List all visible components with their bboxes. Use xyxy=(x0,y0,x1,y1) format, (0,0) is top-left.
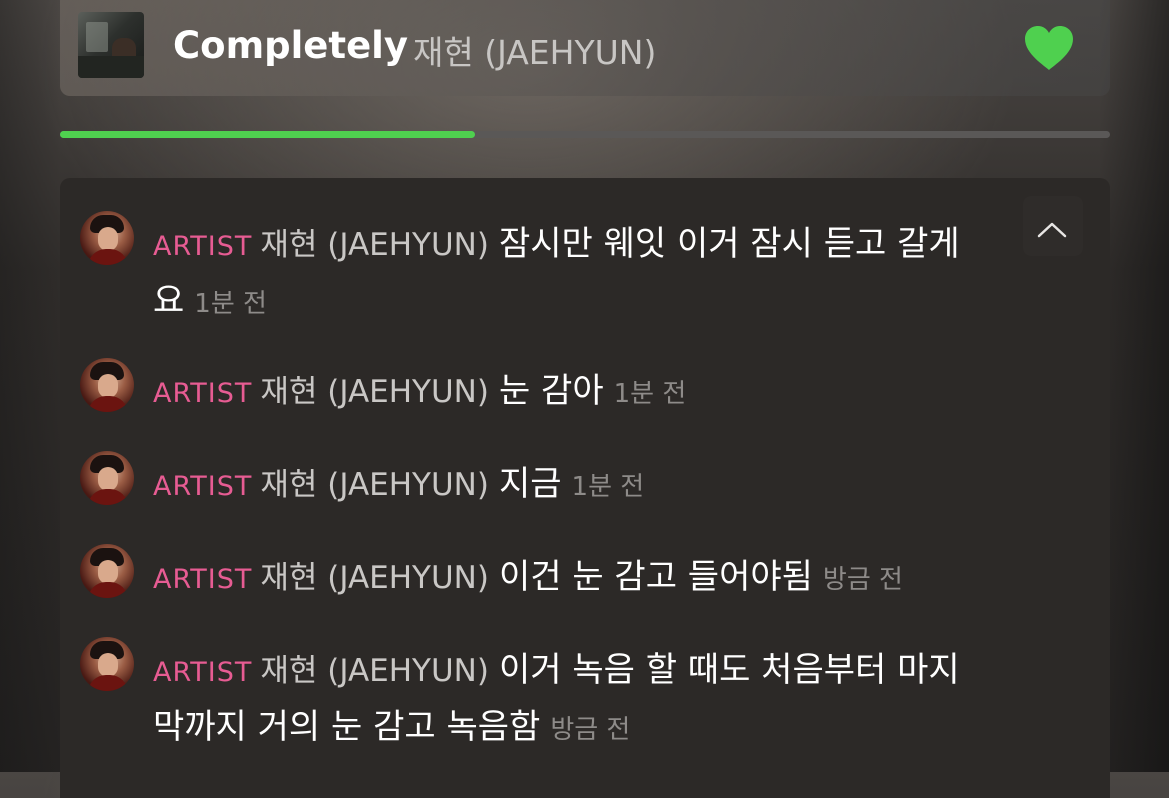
artist-avatar[interactable] xyxy=(80,451,134,505)
artist-role-badge: ARTIST xyxy=(153,231,253,262)
comment-author[interactable]: 재현 (JAEHYUN) xyxy=(260,374,489,410)
like-button[interactable] xyxy=(1023,24,1075,72)
collapse-comments-button[interactable] xyxy=(1023,196,1083,256)
comment-author[interactable]: 재현 (JAEHYUN) xyxy=(260,653,489,689)
comment-timestamp: 1분 전 xyxy=(613,379,687,409)
artist-avatar[interactable] xyxy=(80,544,134,598)
artist-role-badge: ARTIST xyxy=(153,657,253,688)
comment-item: ARTIST 재현 (JAEHYUN) 이건 눈 감고 들어야됨 방금 전 xyxy=(80,544,980,604)
comment-author[interactable]: 재현 (JAEHYUN) xyxy=(260,560,489,596)
comment-item: ARTIST 재현 (JAEHYUN) 눈 감아 1분 전 xyxy=(80,358,980,418)
comment-message: 눈 감아 xyxy=(498,371,604,411)
comment-timestamp: 방금 전 xyxy=(550,715,631,745)
comment-body: ARTIST 재현 (JAEHYUN) 잠시만 웨잇 이거 잠시 듣고 갈게요 1분 … xyxy=(153,217,983,331)
comment-timestamp: 1분 전 xyxy=(571,472,645,502)
background-shade-left xyxy=(0,0,60,772)
comment-author[interactable]: 재현 (JAEHYUN) xyxy=(260,227,489,263)
playback-progress-bar[interactable] xyxy=(60,131,1110,138)
comment-item: ARTIST 재현 (JAEHYUN) 잠시만 웨잇 이거 잠시 듣고 갈게요 1분 … xyxy=(80,211,980,321)
artist-avatar[interactable] xyxy=(80,211,134,265)
now-playing-bar[interactable]: Completely 재현 (JAEHYUN) xyxy=(60,0,1110,96)
comment-message: 지금 xyxy=(498,464,562,504)
heart-icon xyxy=(1025,26,1073,70)
artist-avatar[interactable] xyxy=(80,358,134,412)
comment-body: ARTIST 재현 (JAEHYUN) 이거 녹음 할 때도 처음부터 마지막까지 … xyxy=(153,643,983,757)
artist-role-badge: ARTIST xyxy=(153,378,253,409)
album-art xyxy=(78,12,144,78)
song-title: Completely xyxy=(173,24,408,67)
comment-timestamp: 방금 전 xyxy=(822,565,903,595)
comment-body: ARTIST 재현 (JAEHYUN) 이건 눈 감고 들어야됨 방금 전 xyxy=(153,550,983,607)
comment-timestamp: 1분 전 xyxy=(194,289,267,319)
artist-avatar[interactable] xyxy=(80,637,134,691)
playback-progress-fill xyxy=(60,131,475,138)
song-artist: 재현 (JAEHYUN) xyxy=(413,33,657,72)
artist-role-badge: ARTIST xyxy=(153,471,253,502)
chevron-up-icon xyxy=(1037,222,1067,238)
comments-panel: ARTIST 재현 (JAEHYUN) 잠시만 웨잇 이거 잠시 듣고 갈게요 1분 … xyxy=(60,178,1110,798)
comment-item: ARTIST 재현 (JAEHYUN) 이거 녹음 할 때도 처음부터 마지막까지 … xyxy=(80,637,980,747)
artist-role-badge: ARTIST xyxy=(153,564,253,595)
comment-author[interactable]: 재현 (JAEHYUN) xyxy=(260,467,489,503)
comment-body: ARTIST 재현 (JAEHYUN) 눈 감아 1분 전 xyxy=(153,364,983,421)
comment-body: ARTIST 재현 (JAEHYUN) 지금 1분 전 xyxy=(153,457,983,514)
comment-message: 이건 눈 감고 들어야됨 xyxy=(498,557,813,597)
comment-item: ARTIST 재현 (JAEHYUN) 지금 1분 전 xyxy=(80,451,980,511)
